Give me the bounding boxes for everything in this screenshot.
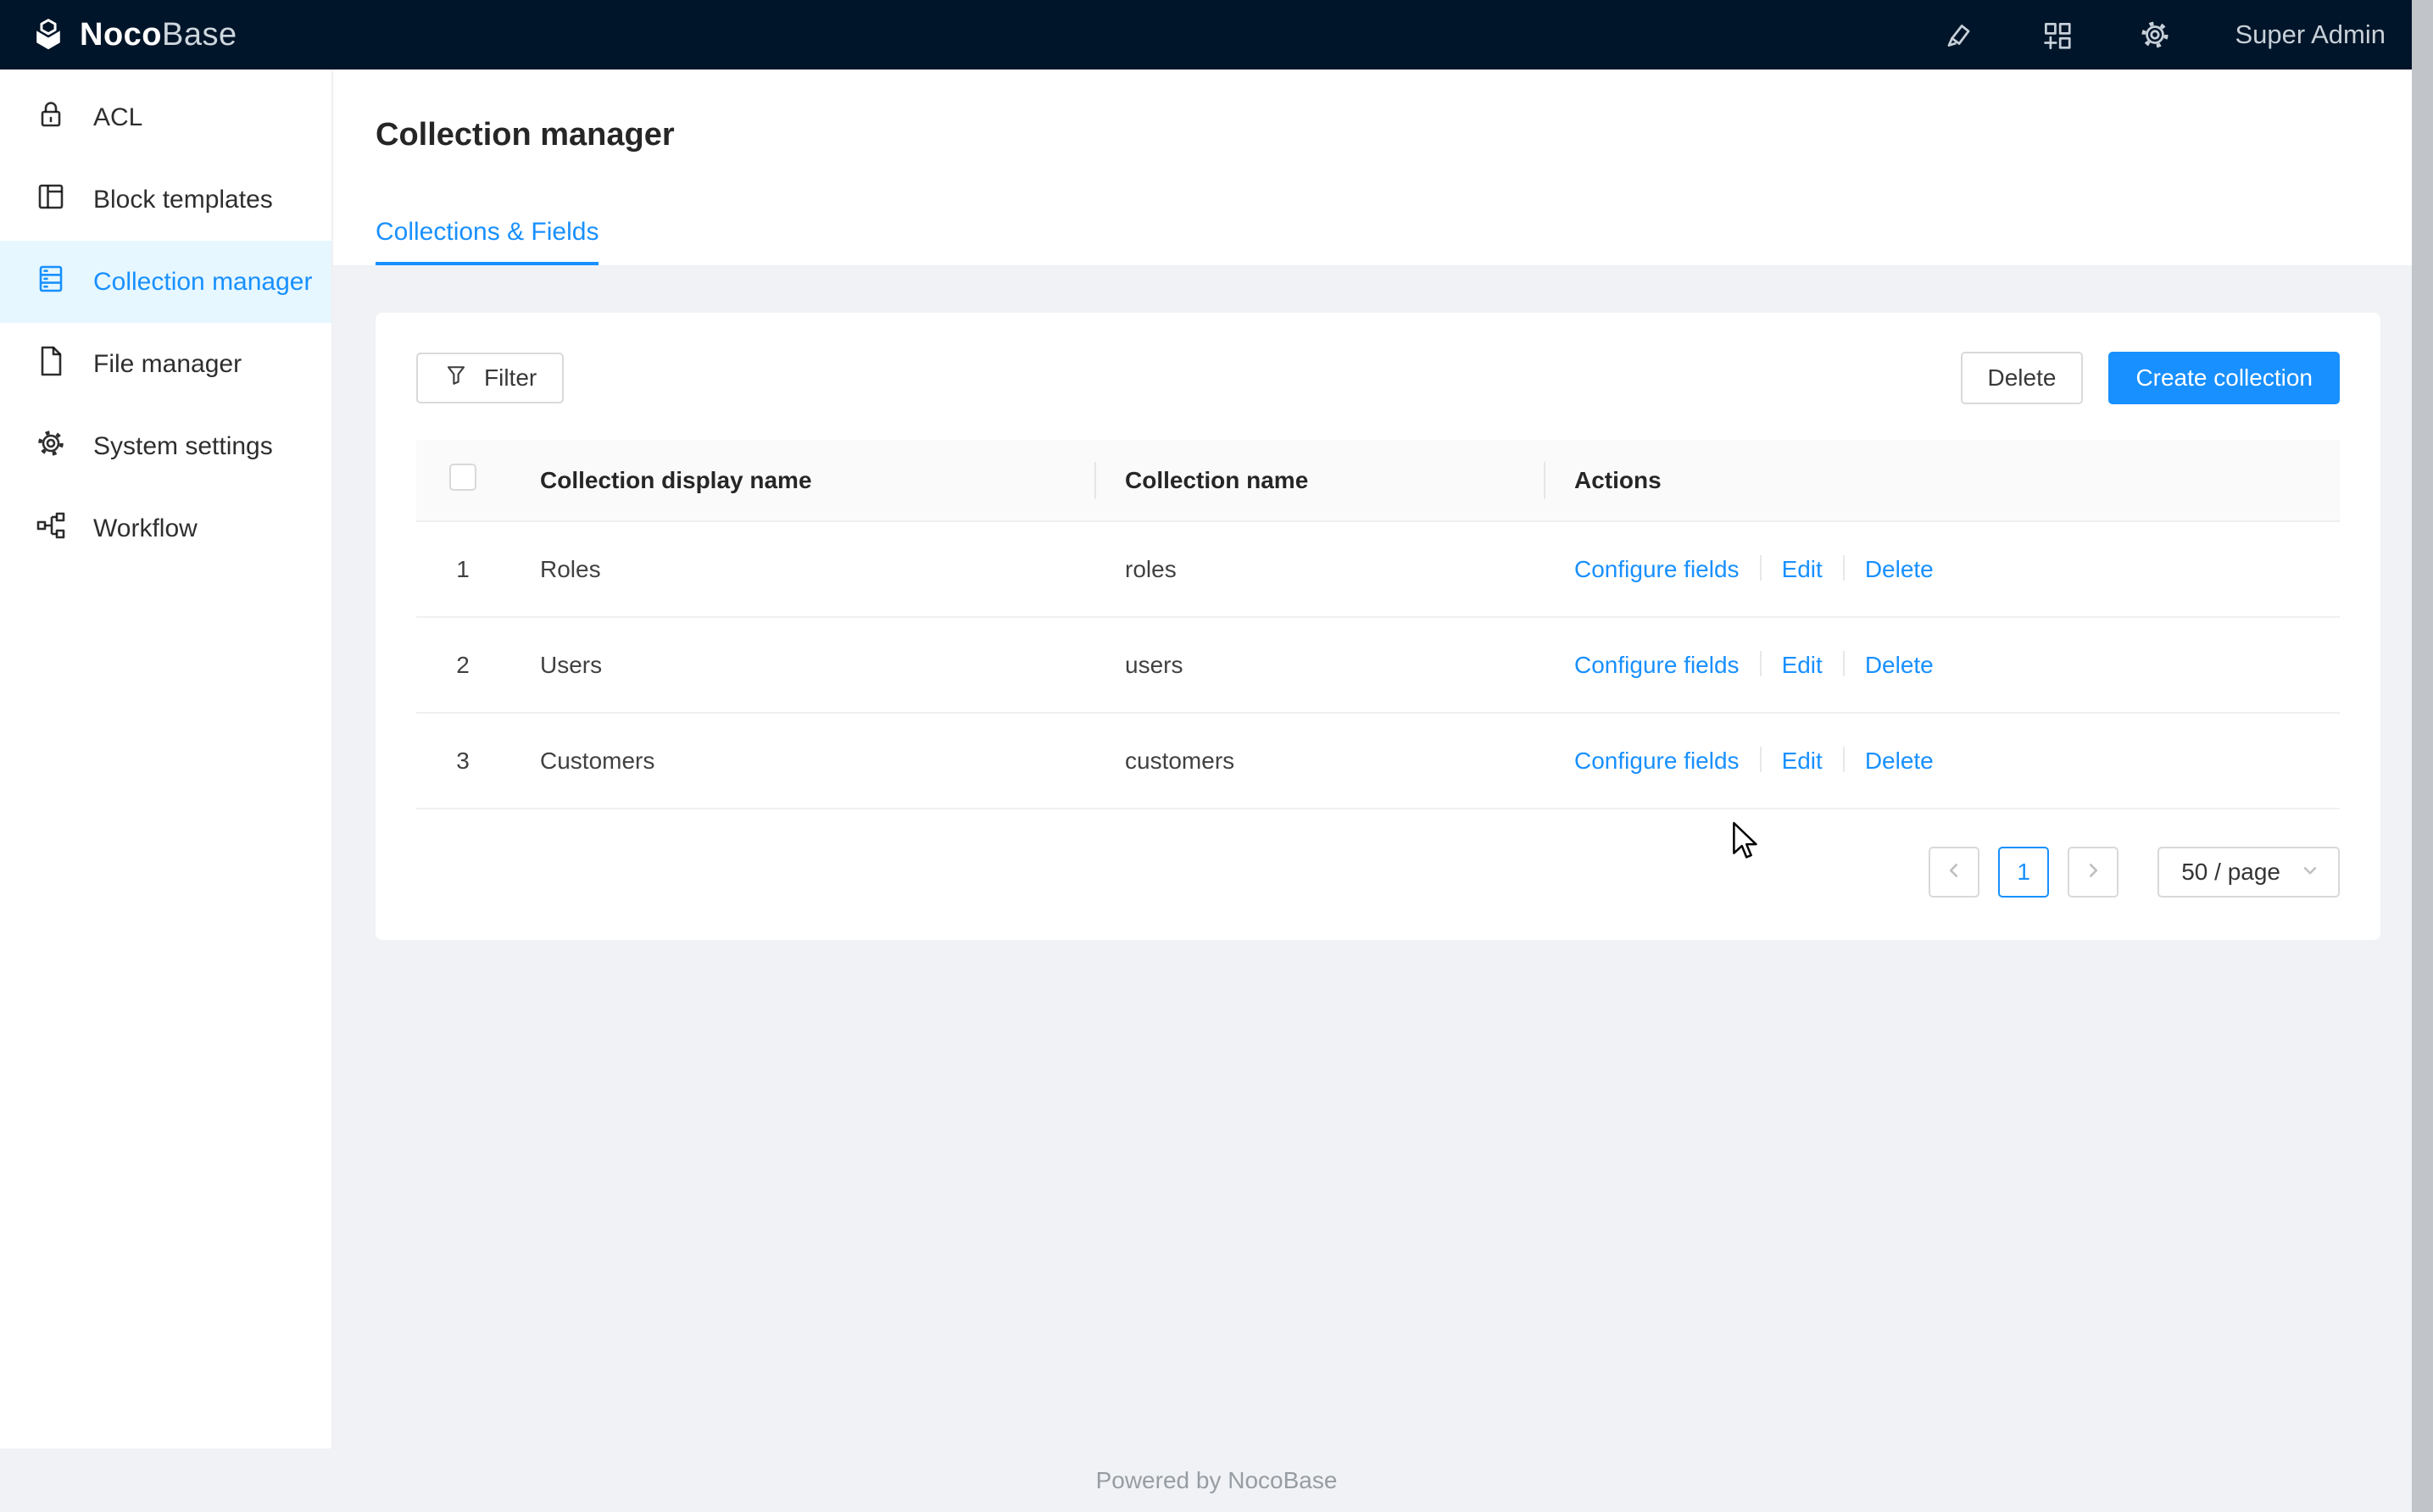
cell-collection-name: roles <box>1094 521 1544 617</box>
tab-bar: Collections & Fields <box>376 218 2433 265</box>
powered-by-text: Powered by NocoBase <box>1096 1467 1338 1494</box>
chevron-down-icon <box>2301 859 2319 886</box>
main-region: ACL Block templates <box>0 69 2433 1448</box>
page-size-value: 50 / page <box>2181 859 2280 886</box>
highlighter-icon[interactable] <box>1940 17 1976 53</box>
collections-table: Collection display name Collection name … <box>416 440 2340 809</box>
sidebar-item-label: System settings <box>93 432 273 461</box>
sidebar-item-label: ACL <box>93 103 142 132</box>
sidebar-item-label: Block templates <box>93 186 273 214</box>
sidebar-item-system-settings[interactable]: System settings <box>0 405 331 487</box>
row-index: 1 <box>416 521 509 617</box>
filter-button[interactable]: Filter <box>416 353 564 403</box>
nocobase-logo-icon <box>29 15 68 54</box>
appstore-add-icon[interactable] <box>2039 17 2074 53</box>
column-header-collection-name: Collection name <box>1094 440 1544 521</box>
top-bar: NocoBase <box>0 0 2433 69</box>
table-row: 2 Users users Configure fields Edit Delete <box>416 617 2340 713</box>
sidebar-item-acl[interactable]: ACL <box>0 76 331 158</box>
table-row: 3 Customers customers Configure fields Ed… <box>416 713 2340 809</box>
action-divider <box>1760 651 1762 676</box>
edit-link[interactable]: Edit <box>1782 556 1823 582</box>
topbar-actions: Super Admin <box>1940 17 2386 53</box>
cell-actions: Configure fields Edit Delete <box>1544 713 2340 809</box>
delete-link[interactable]: Delete <box>1865 748 1934 774</box>
select-all-checkbox[interactable] <box>449 464 476 491</box>
action-divider <box>1843 747 1845 772</box>
card-toolbar: Filter Delete Create collection <box>416 352 2340 404</box>
create-collection-button[interactable]: Create collection <box>2108 352 2340 404</box>
column-header-display-name: Collection display name <box>509 440 1094 521</box>
configure-fields-link[interactable]: Configure fields <box>1574 556 1740 582</box>
app-window: NocoBase <box>0 0 2433 1512</box>
logo-text-light: Base <box>162 17 237 53</box>
cell-display-name: Roles <box>509 521 1094 617</box>
user-menu[interactable]: Super Admin <box>2235 19 2386 50</box>
chevron-right-icon <box>2084 859 2102 886</box>
row-index: 2 <box>416 617 509 713</box>
filter-funnel-icon <box>443 363 469 394</box>
tab-collections-and-fields[interactable]: Collections & Fields <box>376 218 599 265</box>
configure-fields-link[interactable]: Configure fields <box>1574 748 1740 774</box>
header-select-cell <box>416 440 509 521</box>
chevron-left-icon <box>1945 859 1963 886</box>
settings-sidebar: ACL Block templates <box>0 69 333 1448</box>
main-column: Collection manager Collections & Fields <box>333 69 2433 1448</box>
cell-actions: Configure fields Edit Delete <box>1544 521 2340 617</box>
sidebar-item-label: File manager <box>93 350 242 379</box>
gear-icon <box>34 426 68 467</box>
sidebar-item-label: Workflow <box>93 514 198 543</box>
pagination: 1 50 / page <box>416 847 2340 898</box>
cell-collection-name: customers <box>1094 713 1544 809</box>
sidebar-item-label: Collection manager <box>93 268 312 297</box>
filter-button-label: Filter <box>484 364 537 392</box>
vertical-scrollbar[interactable] <box>2412 0 2433 1512</box>
gear-icon[interactable] <box>2137 17 2173 53</box>
delete-button[interactable]: Delete <box>1961 352 2084 404</box>
previous-page-button[interactable] <box>1929 847 1979 898</box>
logo-text-bold: Noco <box>80 17 162 53</box>
table-row: 1 Roles roles Configure fields Edit Delete <box>416 521 2340 617</box>
layout-icon <box>34 180 68 220</box>
cell-display-name: Users <box>509 617 1094 713</box>
row-index: 3 <box>416 713 509 809</box>
logo-text: NocoBase <box>80 19 237 51</box>
cell-collection-name: users <box>1094 617 1544 713</box>
page-header: Collection manager Collections & Fields <box>333 69 2433 265</box>
content-area: Filter Delete Create collection <box>333 265 2433 940</box>
action-divider <box>1843 555 1845 581</box>
action-divider <box>1843 651 1845 676</box>
page-footer: Powered by NocoBase <box>0 1448 2433 1512</box>
table-header-row: Collection display name Collection name … <box>416 440 2340 521</box>
collections-card: Filter Delete Create collection <box>376 313 2380 940</box>
action-divider <box>1760 747 1762 772</box>
sidebar-item-file-manager[interactable]: File manager <box>0 323 331 405</box>
edit-link[interactable]: Edit <box>1782 748 1823 774</box>
sidebar-item-workflow[interactable]: Workflow <box>0 487 331 570</box>
delete-link[interactable]: Delete <box>1865 652 1934 678</box>
next-page-button[interactable] <box>2068 847 2118 898</box>
page-size-select[interactable]: 50 / page <box>2157 847 2340 898</box>
database-icon <box>34 262 68 303</box>
sidebar-item-block-templates[interactable]: Block templates <box>0 158 331 241</box>
workflow-icon <box>34 509 68 549</box>
file-icon <box>34 344 68 385</box>
page-title: Collection manager <box>376 117 2433 153</box>
column-header-actions: Actions <box>1544 440 2340 521</box>
configure-fields-link[interactable]: Configure fields <box>1574 652 1740 678</box>
nocobase-logo[interactable]: NocoBase <box>29 15 237 54</box>
sidebar-item-collection-manager[interactable]: Collection manager <box>0 241 331 323</box>
delete-link[interactable]: Delete <box>1865 556 1934 582</box>
page-1-button[interactable]: 1 <box>1998 847 2049 898</box>
edit-link[interactable]: Edit <box>1782 652 1823 678</box>
lock-icon <box>34 97 68 138</box>
action-divider <box>1760 555 1762 581</box>
toolbar-right: Delete Create collection <box>1961 352 2341 404</box>
cell-actions: Configure fields Edit Delete <box>1544 617 2340 713</box>
cell-display-name: Customers <box>509 713 1094 809</box>
